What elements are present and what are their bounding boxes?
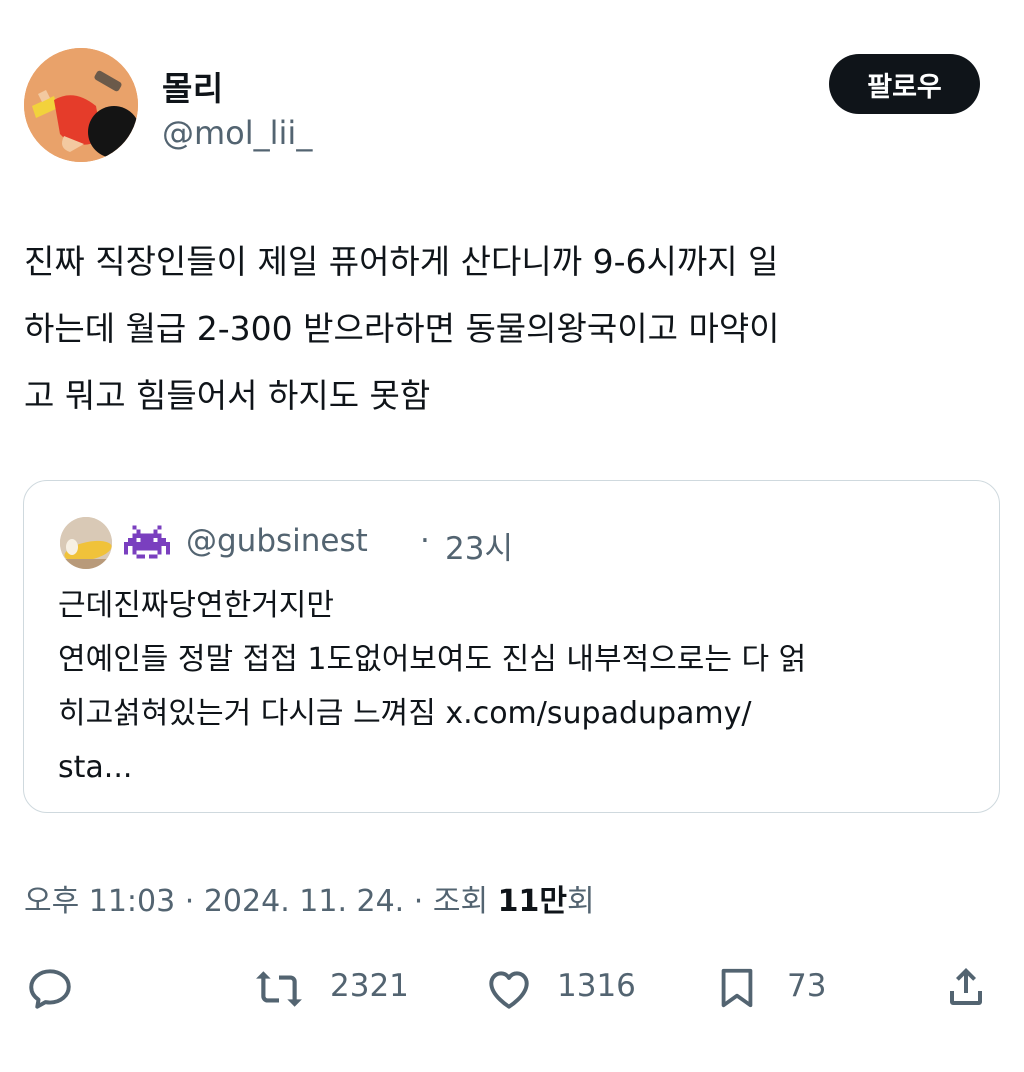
retweet-icon [256, 971, 302, 1007]
retweet-button[interactable]: 2321 [250, 958, 450, 1020]
tweet-date[interactable]: 2024. 11. 24. [204, 884, 404, 919]
like-button[interactable]: 1316 [484, 958, 674, 1020]
bookmark-count: 73 [787, 968, 827, 1004]
quoted-tweet-text: 근데진짜당연한거지만 연예인들 정말 접접 1도없어보여도 진심 내부적으로는 … [58, 579, 978, 795]
quoted-tweet-card[interactable]: @gubsinest · 23시 근데진짜당연한거지만 연예인들 정말 접접 1… [23, 480, 1000, 813]
share-button[interactable] [942, 958, 994, 1020]
tweet-meta: 오후 11:03 · 2024. 11. 24. · 조회 11만회 [24, 876, 595, 920]
views-label: 조회 [432, 884, 489, 919]
views-suffix: 회 [566, 884, 595, 919]
reply-button[interactable] [24, 958, 84, 1020]
tweet-text: 진짜 직장인들이 제일 퓨어하게 산다니까 9-6시까지 일 하는데 월급 2-… [24, 228, 984, 429]
tweet-text-line: 고 뭐고 힘들어서 하지도 못함 [24, 376, 431, 415]
heart-icon [489, 971, 529, 1009]
quoted-timestamp[interactable]: 23시 [445, 523, 513, 568]
quoted-text-line: 히고섥혀있는거 다시금 느껴짐 x.com/supadupamy/ [58, 696, 752, 731]
quoted-author-handle[interactable]: @gubsinest [186, 523, 368, 559]
separator-dot: · [420, 523, 430, 559]
follow-button[interactable]: 팔로우 [829, 54, 980, 114]
quoted-text-line: sta... [58, 750, 133, 785]
quoted-text-line: 연예인들 정말 접접 1도없어보여도 진심 내부적으로는 다 얽 [58, 642, 807, 677]
tweet-header: 몰리 @mol_lii_ 팔로우 [24, 48, 1000, 166]
tweet-text-line: 하는데 월급 2-300 받으라하면 동물의왕국이고 마약이 [24, 309, 780, 348]
author-avatar[interactable] [24, 48, 138, 162]
quoted-text-line: 근데진짜당연한거지만 [58, 588, 334, 623]
retweet-count: 2321 [330, 968, 409, 1004]
separator-dot: · [413, 884, 424, 919]
bookmark-button[interactable]: 73 [714, 958, 864, 1020]
tweet-text-line: 진짜 직장인들이 제일 퓨어하게 산다니까 9-6시까지 일 [24, 242, 779, 281]
reply-icon [29, 969, 71, 1009]
separator-dot: · [184, 884, 195, 919]
author-display-name[interactable]: 몰리 [162, 62, 224, 110]
action-bar: 2321 1316 73 [24, 958, 1000, 1020]
author-handle[interactable]: @mol_lii_ [162, 114, 312, 152]
quoted-author-avatar [60, 517, 112, 569]
bookmark-icon [721, 968, 753, 1008]
like-count: 1316 [557, 968, 636, 1004]
tweet-time[interactable]: 오후 11:03 [24, 884, 175, 919]
share-icon [950, 968, 982, 1005]
alien-monster-icon [124, 525, 170, 559]
views-count[interactable]: 11만 [498, 884, 567, 919]
